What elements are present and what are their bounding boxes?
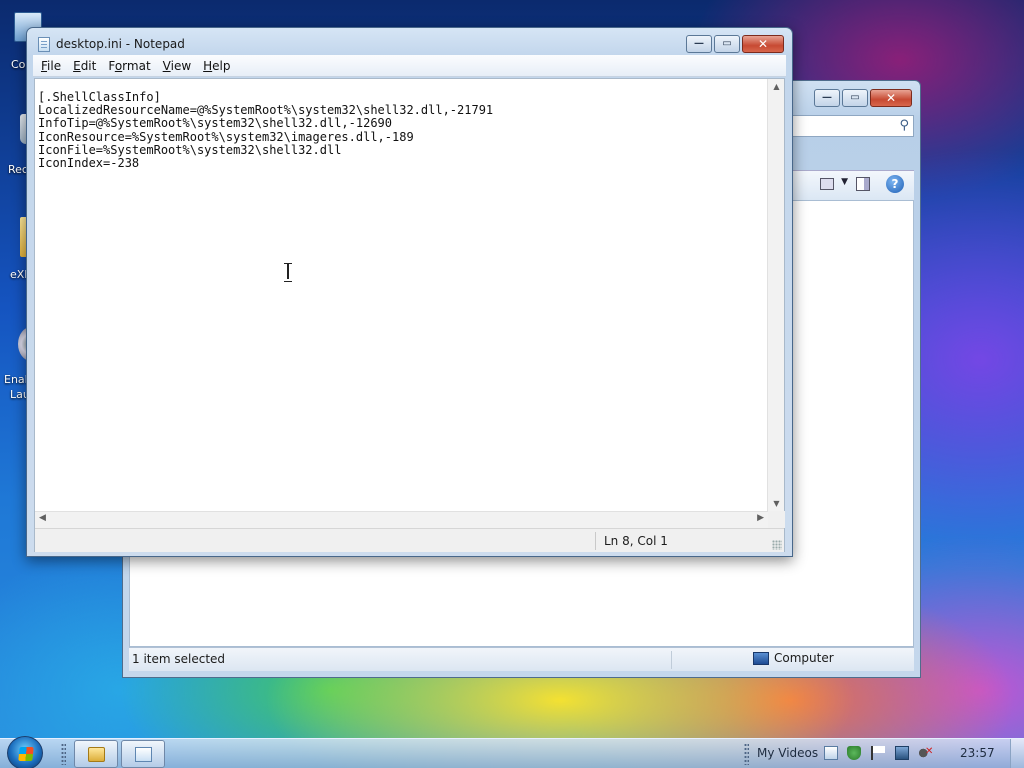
resize-grip-icon[interactable] (772, 540, 782, 550)
menu-help[interactable]: Help (197, 56, 236, 76)
scroll-up-icon[interactable]: ▲ (768, 82, 785, 91)
menu-view[interactable]: View (157, 56, 197, 76)
close-icon: ✕ (885, 91, 897, 105)
change-view-icon[interactable] (820, 178, 834, 190)
search-icon[interactable]: ⚲ (899, 118, 909, 133)
location-label: Computer (774, 651, 834, 665)
menu-label: dit (80, 58, 97, 73)
maximize-icon: ▭ (722, 38, 732, 49)
minimize-icon: — (822, 92, 832, 103)
volume-muted-icon[interactable] (919, 746, 933, 760)
explorer-caption-buttons: — ▭ ✕ (814, 89, 912, 107)
text-editor[interactable]: [.ShellClassInfo] LocalizedResourceName=… (34, 78, 785, 552)
document-icon[interactable] (824, 746, 838, 760)
desktop-icon-label: Rec (8, 163, 28, 176)
vertical-scrollbar[interactable]: ▲ ▼ (767, 79, 784, 511)
maximize-icon: ▭ (850, 92, 860, 103)
close-button[interactable]: ✕ (742, 35, 784, 53)
scrollbar-corner (768, 511, 785, 528)
cursor-position: Ln 8, Col 1 (604, 534, 668, 548)
window-title: desktop.ini - Notepad (56, 37, 185, 51)
horizontal-scrollbar[interactable]: ◀ ▶ (35, 511, 768, 528)
location-status: Computer (753, 651, 834, 665)
menu-accelerator: V (162, 58, 171, 73)
explorer-status-bar: 1 item selected Computer (129, 647, 914, 671)
toolbar-my-videos[interactable]: My Videos (757, 746, 818, 760)
explorer-close-button[interactable]: ✕ (870, 89, 912, 107)
taskbar-grip[interactable] (61, 743, 66, 765)
desktop-icon-label: Co (11, 58, 26, 71)
scroll-down-icon[interactable]: ▼ (768, 499, 785, 508)
minimize-icon: — (694, 38, 704, 49)
menu-bar: File Edit Format View Help (33, 55, 786, 77)
notepad-status-bar: Ln 8, Col 1 (35, 528, 784, 552)
menu-format[interactable]: Format (102, 56, 156, 76)
computer-icon (753, 651, 769, 665)
menu-edit[interactable]: Edit (67, 56, 102, 76)
taskbar: My Videos 23:57 (0, 736, 1024, 768)
menu-label-end: rmat (122, 58, 151, 73)
minimize-button[interactable]: — (686, 35, 712, 53)
clock[interactable]: 23:57 (960, 746, 995, 760)
network-icon[interactable] (895, 746, 909, 760)
close-icon: ✕ (757, 37, 769, 51)
windows-logo-icon (18, 747, 34, 761)
help-icon[interactable]: ? (886, 175, 904, 193)
desktop-icon-label: eXI (10, 268, 28, 281)
action-center-flag-icon[interactable] (871, 746, 885, 760)
preview-pane-icon[interactable] (856, 177, 870, 191)
explorer-minimize-button[interactable]: — (814, 89, 840, 107)
document-text[interactable]: [.ShellClassInfo] LocalizedResourceName=… (38, 90, 766, 170)
show-desktop-button[interactable] (1010, 739, 1024, 768)
taskbar-explorer-button[interactable] (74, 740, 118, 768)
text-cursor-icon (284, 263, 292, 282)
folder-icon (88, 747, 105, 762)
notepad-icon[interactable] (38, 37, 50, 52)
explorer-search-input[interactable]: ⚲ (786, 115, 914, 137)
selection-status: 1 item selected (132, 652, 226, 666)
menu-accelerator: H (203, 58, 213, 73)
scroll-left-icon[interactable]: ◀ (39, 513, 46, 523)
menu-label: elp (212, 58, 231, 73)
maximize-button[interactable]: ▭ (714, 35, 740, 53)
chevron-down-icon[interactable]: ▼ (841, 177, 848, 187)
scroll-right-icon[interactable]: ▶ (757, 513, 764, 523)
start-button[interactable] (7, 736, 43, 768)
explorer-maximize-button[interactable]: ▭ (842, 89, 868, 107)
notepad-window[interactable]: desktop.ini - Notepad — ▭ ✕ File Edit Fo… (26, 27, 793, 557)
notepad-caption-buttons: — ▭ ✕ (686, 35, 784, 53)
menu-accelerator: E (73, 58, 81, 73)
notepad-icon (135, 747, 152, 762)
security-shield-icon[interactable] (847, 746, 861, 760)
menu-label: iew (170, 58, 192, 73)
desktop-icon-label: Enal (4, 373, 28, 386)
menu-label: ile (47, 58, 62, 73)
menu-file[interactable]: File (35, 56, 67, 76)
status-divider (595, 532, 596, 550)
taskbar-notepad-button[interactable] (121, 740, 165, 768)
taskbar-grip[interactable] (744, 743, 749, 765)
status-divider (671, 651, 672, 669)
